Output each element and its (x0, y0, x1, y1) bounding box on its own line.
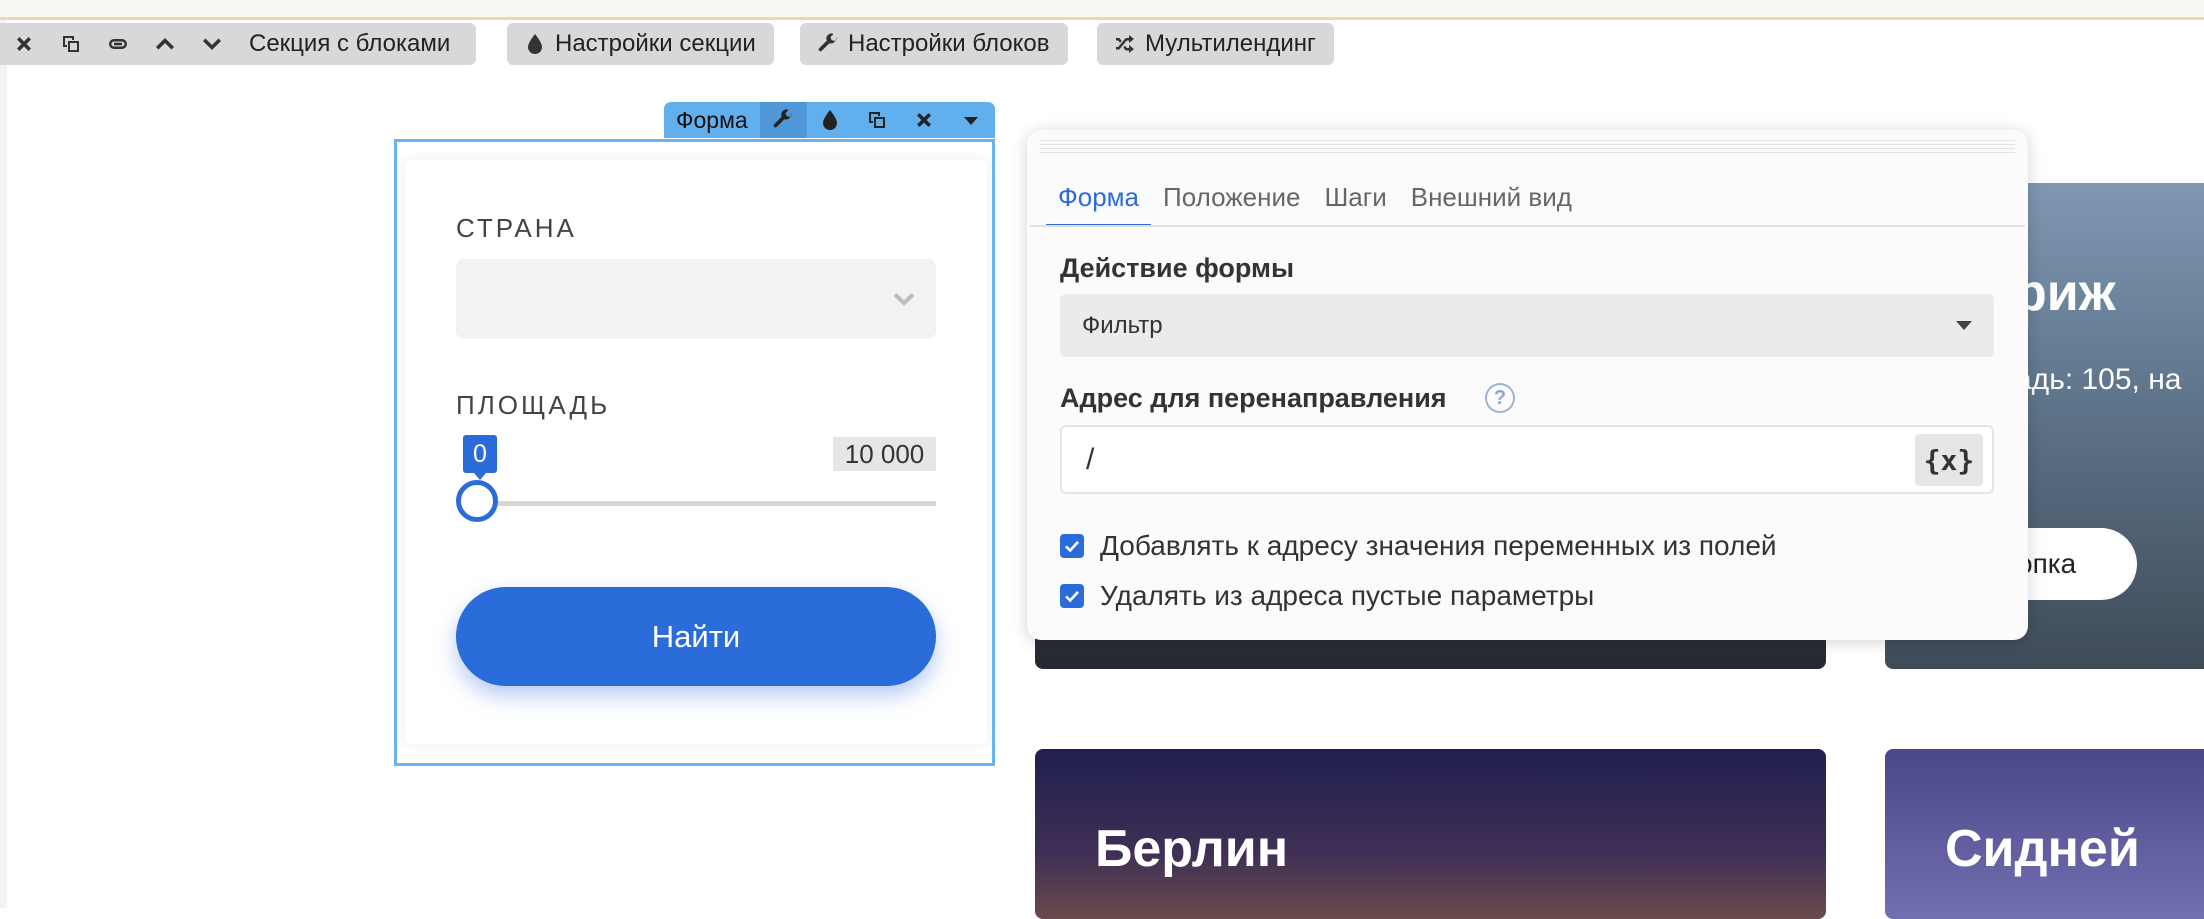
redirect-label: Адрес для перенаправления (1060, 383, 1447, 413)
close-icon[interactable] (0, 23, 47, 65)
close-icon[interactable] (901, 102, 948, 138)
slider-min-tooltip: 0 (463, 435, 497, 480)
checkmark-icon (1065, 540, 1079, 553)
top-border (0, 0, 2204, 20)
multilanding-label: Мультилендинг (1145, 30, 1316, 57)
tabs-divider (1030, 225, 2025, 227)
link-icon[interactable] (94, 23, 141, 65)
tab-steps[interactable]: Шаги (1312, 176, 1398, 224)
panel-drag-handle[interactable] (1040, 140, 2015, 154)
area-label: ПЛОЩАДЬ (456, 390, 611, 420)
find-button[interactable]: Найти (456, 587, 936, 686)
append-variables-checkbox[interactable] (1060, 534, 1084, 558)
chevron-down-icon[interactable] (188, 23, 235, 65)
left-edge-strip (0, 20, 7, 908)
slider-track[interactable] (478, 501, 936, 506)
form-tag-label: Форма (676, 106, 748, 133)
chevron-down-icon (893, 293, 915, 306)
form-action-label: Действие формы (1060, 253, 1295, 283)
slider-handle[interactable] (456, 480, 498, 522)
city-card-berlin: Берлин (1035, 749, 1826, 919)
redirect-input[interactable]: / (1060, 425, 1994, 494)
form-action-value: Фильтр (1082, 311, 1163, 339)
caret-down-icon[interactable] (948, 102, 995, 138)
redirect-value: / (1086, 442, 1095, 476)
duplicate-icon[interactable] (47, 23, 94, 65)
block-settings-label: Настройки блоков (848, 30, 1050, 57)
drop-icon[interactable] (807, 102, 854, 138)
tab-appearance[interactable]: Внешний вид (1399, 176, 1584, 224)
country-select[interactable] (456, 259, 936, 339)
find-button-label: Найти (651, 618, 741, 654)
card-title-sydney: Сидней (1945, 820, 2140, 878)
drop-icon (528, 34, 542, 54)
remove-empty-params-checkbox[interactable] (1060, 584, 1084, 608)
help-icon[interactable]: ? (1485, 383, 1515, 413)
city-card-sydney: Сидней (1885, 749, 2204, 919)
checkmark-icon (1065, 590, 1079, 603)
chevron-up-icon[interactable] (141, 23, 188, 65)
multilanding-button[interactable]: Мультилендинг (1097, 23, 1334, 65)
wrench-icon (818, 33, 838, 52)
form-block-toolbar: Форма (664, 102, 995, 138)
insert-variable-button[interactable]: {x} (1915, 434, 1983, 486)
append-variables-label: Добавлять к адресу значения переменных и… (1100, 530, 1777, 561)
panel-tabs: Форма Положение Шаги Внешний вид (1046, 176, 1584, 227)
section-label: Секция с блоками (249, 30, 451, 57)
form-action-select[interactable]: Фильтр (1060, 294, 1994, 357)
caret-down-icon (1956, 321, 1972, 330)
tab-position[interactable]: Положение (1151, 176, 1312, 224)
card-title-berlin: Берлин (1095, 820, 1289, 878)
wrench-icon[interactable] (759, 102, 807, 138)
shuffle-icon (1116, 35, 1134, 53)
duplicate-icon[interactable] (854, 102, 901, 138)
block-settings-button[interactable]: Настройки блоков (800, 23, 1068, 65)
country-label: СТРАНА (456, 213, 577, 243)
remove-empty-params-label: Удалять из адреса пустые параметры (1100, 580, 1595, 611)
slider-max-value: 10 000 (833, 437, 936, 471)
tab-form[interactable]: Форма (1046, 176, 1152, 227)
card-title-paris: риж (2015, 264, 2116, 322)
slider-min-value: 0 (473, 439, 487, 468)
section-settings-label: Настройки секции (555, 30, 756, 57)
section-settings-button[interactable]: Настройки секции (507, 23, 774, 65)
section-toolbar: Секция с блоками (0, 23, 477, 65)
card-subtitle-paris: адь: 105, на (2015, 363, 2182, 396)
